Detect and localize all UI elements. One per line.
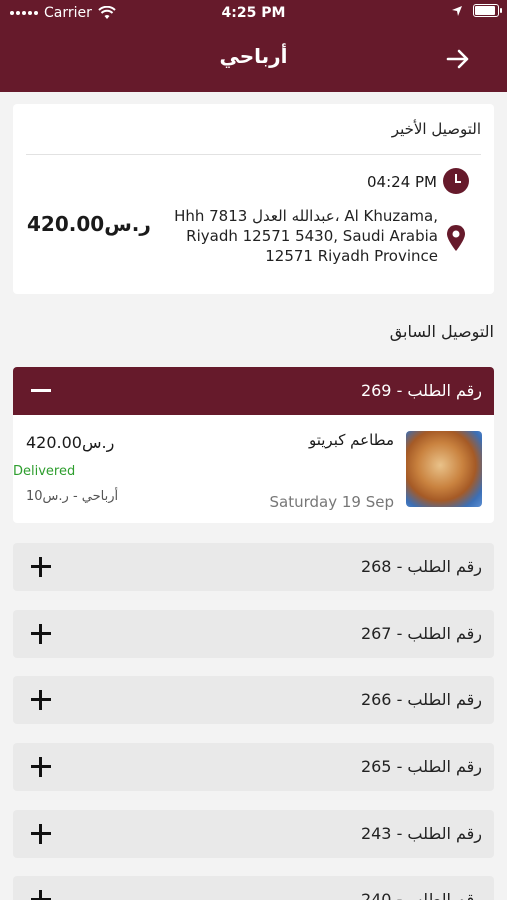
map-pin-icon: [447, 225, 465, 251]
plus-icon[interactable]: [29, 622, 53, 646]
order-header-268[interactable]: رقم الطلب - 268: [13, 543, 494, 591]
plus-icon[interactable]: [29, 555, 53, 579]
order-number: رقم الطلب - 243: [360, 824, 482, 843]
latest-delivery-time: 04:24 PM: [367, 173, 437, 191]
order-number: رقم الطلب - 266: [360, 690, 482, 709]
plus-icon[interactable]: [29, 888, 53, 900]
latest-delivery-amount: ر.س420.00: [27, 212, 151, 236]
latest-delivery-title: التوصيل الأخير: [391, 120, 481, 138]
order-header-243[interactable]: رقم الطلب - 243: [13, 810, 494, 858]
order-number: رقم الطلب - 265: [360, 757, 482, 776]
latest-delivery-card: التوصيل الأخير 04:24 PM Hhh 7813 عبدالله…: [13, 104, 494, 294]
order-header-266[interactable]: رقم الطلب - 266: [13, 676, 494, 724]
battery-icon: [473, 4, 502, 17]
status-time: 4:25 PM: [221, 5, 286, 21]
delivery-status: Delivered: [13, 464, 76, 479]
clock-icon: [443, 168, 469, 194]
plus-icon[interactable]: [29, 688, 53, 712]
order-header-240[interactable]: رقم الطلب - 240: [13, 876, 494, 900]
previous-deliveries-title: التوصيل السابق: [389, 322, 494, 341]
order-date: Saturday 19 Sep: [269, 493, 395, 511]
restaurant-name: مطاعم كبريتو: [308, 431, 394, 449]
order-header-265[interactable]: رقم الطلب - 265: [13, 743, 494, 791]
order-earnings: أرباحي - ر.س10: [26, 489, 119, 504]
page-title: أرباحي: [219, 44, 288, 68]
order-number: رقم الطلب - 268: [360, 557, 482, 576]
order-details[interactable]: مطاعم كبريتو Delivered Saturday 19 Sep ر…: [13, 415, 494, 523]
minus-icon[interactable]: [29, 379, 53, 403]
status-bar: Carrier 4:25 PM: [0, 0, 507, 26]
order-number: رقم الطلب - 269: [360, 381, 482, 400]
order-number: رقم الطلب - 267: [360, 624, 482, 643]
back-arrow-icon[interactable]: [445, 46, 471, 72]
plus-icon[interactable]: [29, 822, 53, 846]
latest-delivery-address: Hhh 7813 عبدالله العدل، Al Khuzama, Riya…: [174, 207, 438, 265]
order-amount: ر.س420.00: [26, 433, 115, 452]
divider: [26, 154, 481, 155]
top-bar: Carrier 4:25 PM أرباحي: [0, 0, 507, 92]
location-arrow-icon: [452, 5, 462, 16]
status-right: [451, 4, 502, 17]
order-number: رقم الطلب - 240: [360, 890, 482, 900]
order-header-267[interactable]: رقم الطلب - 267: [13, 610, 494, 658]
order-header-269[interactable]: رقم الطلب - 269: [13, 367, 494, 415]
plus-icon[interactable]: [29, 755, 53, 779]
